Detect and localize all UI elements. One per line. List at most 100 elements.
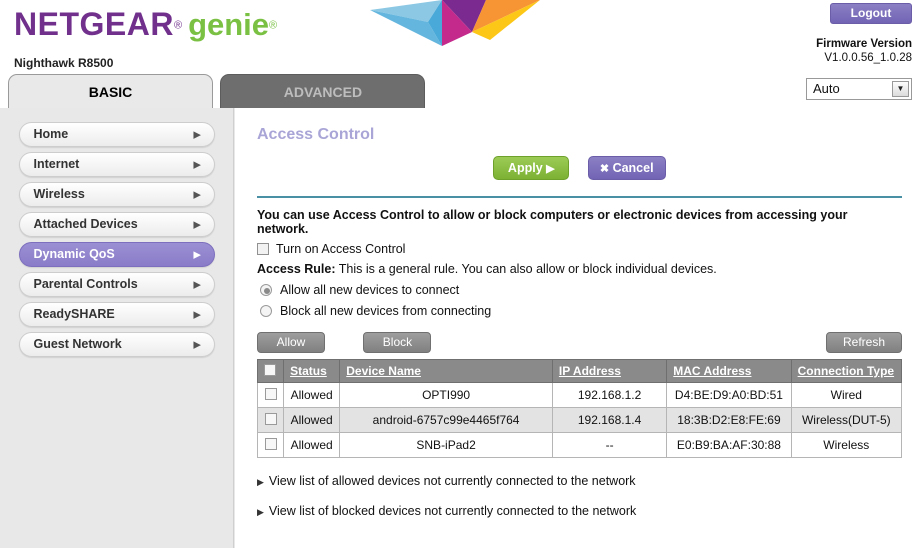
row-ip-address: 192.168.1.4 <box>551 407 668 433</box>
apply-button-label: Apply <box>507 161 543 175</box>
row-checkbox[interactable] <box>264 387 277 400</box>
sidebar-item-label: Guest Network <box>33 337 122 351</box>
main-tabs: BASIC ADVANCED <box>8 74 426 108</box>
view-blocked-devices-label: View list of blocked devices not current… <box>268 504 637 518</box>
sidebar-item-parental-controls[interactable]: Parental Controls ▶ <box>18 272 215 297</box>
tab-advanced[interactable]: ADVANCED <box>220 74 426 108</box>
row-select-cell <box>256 382 285 408</box>
logout-button[interactable]: Logout <box>830 3 912 24</box>
column-header-ip-address-label: IP Address <box>558 364 621 378</box>
sidebar-item-home[interactable]: Home ▶ <box>18 122 215 147</box>
sidebar-item-label: Home <box>33 127 69 141</box>
access-rule-heading: Access Rule: <box>257 262 336 276</box>
view-blocked-devices-link[interactable]: ▶ View list of blocked devices not curren… <box>257 504 902 518</box>
radio-block-new-devices[interactable] <box>260 305 272 317</box>
language-select[interactable]: Auto ▼ <box>806 78 912 100</box>
chevron-right-icon: ▶ <box>193 279 201 289</box>
column-header-device-name-label: Device Name <box>346 364 421 378</box>
sidebar-item-wireless[interactable]: Wireless ▶ <box>18 182 215 207</box>
radio-allow-new-devices-label: Allow all new devices to connect <box>280 283 460 297</box>
chevron-right-icon: ▶ <box>193 219 201 229</box>
cancel-button[interactable]: ✖ Cancel <box>587 156 666 180</box>
column-header-mac-address[interactable]: MAC Address <box>666 359 792 383</box>
refresh-button[interactable]: Refresh <box>826 332 902 353</box>
firmware-version-label: Firmware Version <box>816 38 912 50</box>
brand-netgear-text: NETGEAR <box>14 6 174 42</box>
intro-description: You can use Access Control to allow or b… <box>257 208 848 236</box>
devices-table: Status Device Name IP Address MAC Addres… <box>256 359 903 458</box>
sidebar-item-label: Dynamic QoS <box>33 247 115 261</box>
row-select-cell <box>256 407 285 433</box>
row-device-name: SNB-iPad2 <box>339 432 553 458</box>
chevron-right-icon: ▶ <box>193 339 201 349</box>
main-content: Access Control Apply ▶ ✖ Cancel You can … <box>235 108 924 548</box>
apply-button[interactable]: Apply ▶ <box>493 156 570 180</box>
sidebar-item-label: Parental Controls <box>33 277 138 291</box>
chevron-right-icon: ▶ <box>193 129 201 139</box>
block-button[interactable]: Block <box>363 332 432 353</box>
radio-allow-new-devices[interactable] <box>260 284 272 296</box>
access-rule-text: This is a general rule. You can also all… <box>335 262 717 276</box>
radio-allow-new-devices-row: Allow all new devices to connect <box>257 283 902 297</box>
row-mac-address: E0:B9:BA:AF:30:88 <box>666 432 792 458</box>
sidebar-nav: Home ▶ Internet ▶ Wireless ▶ Attached De… <box>0 108 234 548</box>
radio-block-new-devices-row: Block all new devices from connecting <box>257 304 902 318</box>
row-checkbox[interactable] <box>264 437 277 450</box>
cancel-button-label: Cancel <box>612 161 654 175</box>
column-header-connection-type[interactable]: Connection Type <box>790 359 903 383</box>
row-connection-type: Wired <box>790 382 903 408</box>
table-row: Allowed SNB-iPad2 -- E0:B9:BA:AF:30:88 W… <box>256 432 903 458</box>
page-title: Access Control <box>257 126 375 143</box>
column-header-device-name[interactable]: Device Name <box>339 359 553 383</box>
chevron-right-icon: ▶ <box>193 309 201 319</box>
sidebar-item-label: Wireless <box>33 187 85 201</box>
row-status: Allowed <box>283 407 341 433</box>
access-rule-description: Access Rule: This is a general rule. You… <box>257 262 902 276</box>
column-header-status[interactable]: Status <box>283 359 341 383</box>
row-connection-type: Wireless <box>790 432 903 458</box>
row-checkbox[interactable] <box>264 412 277 425</box>
sidebar-item-guest-network[interactable]: Guest Network ▶ <box>18 332 215 357</box>
firmware-version-value: V1.0.0.56_1.0.28 <box>824 52 912 64</box>
row-device-name: android-6757c99e4465f764 <box>339 407 553 433</box>
radio-block-new-devices-label: Block all new devices from connecting <box>280 304 492 318</box>
sidebar-item-readyshare[interactable]: ReadySHARE ▶ <box>18 302 215 327</box>
chevron-down-icon[interactable]: ▼ <box>892 81 909 97</box>
brand-genie-text: genie <box>188 7 270 42</box>
expand-triangle-icon: ▶ <box>257 477 264 487</box>
row-status: Allowed <box>283 382 341 408</box>
allow-button[interactable]: Allow <box>257 332 325 353</box>
page-body: Home ▶ Internet ▶ Wireless ▶ Attached De… <box>0 108 924 548</box>
chevron-right-icon: ▶ <box>193 249 201 259</box>
row-mac-address: 18:3B:D2:E8:FE:69 <box>666 407 792 433</box>
sidebar-item-dynamic-qos[interactable]: Dynamic QoS ▶ <box>18 242 215 267</box>
select-all-checkbox[interactable] <box>264 363 276 376</box>
expand-triangle-icon: ▶ <box>257 507 264 517</box>
router-model-label: Nighthawk R8500 <box>14 56 114 70</box>
registered-mark-icon: ® <box>173 19 183 32</box>
sidebar-item-label: ReadySHARE <box>33 307 115 321</box>
chevron-right-icon: ▶ <box>193 159 201 169</box>
column-header-mac-address-label: MAC Address <box>673 364 752 378</box>
chevron-right-icon: ▶ <box>193 189 201 199</box>
play-arrow-icon: ▶ <box>546 163 555 175</box>
turn-on-access-control-checkbox[interactable] <box>257 243 269 255</box>
page-header: NETGEAR® genie® Nighthawk R8500 Logout Fi… <box>0 0 924 100</box>
close-x-icon: ✖ <box>599 163 610 175</box>
genie-admin-page: NETGEAR® genie® Nighthawk R8500 Logout Fi… <box>0 0 924 548</box>
row-ip-address: -- <box>551 432 668 458</box>
view-allowed-devices-label: View list of allowed devices not current… <box>268 474 636 488</box>
section-divider <box>257 196 902 198</box>
row-select-cell <box>256 432 285 458</box>
sidebar-item-attached-devices[interactable]: Attached Devices ▶ <box>18 212 215 237</box>
column-header-connection-type-label: Connection Type <box>797 364 895 378</box>
row-status: Allowed <box>283 432 341 458</box>
sidebar-item-label: Internet <box>33 157 80 171</box>
view-allowed-devices-link[interactable]: ▶ View list of allowed devices not curren… <box>257 474 902 488</box>
table-header-row: Status Device Name IP Address MAC Addres… <box>256 359 903 383</box>
row-mac-address: D4:BE:D9:A0:BD:51 <box>666 382 792 408</box>
sidebar-item-internet[interactable]: Internet ▶ <box>18 152 215 177</box>
column-header-ip-address[interactable]: IP Address <box>551 359 668 383</box>
netgear-geometric-logo-icon <box>370 0 540 46</box>
tab-basic[interactable]: BASIC <box>8 74 213 108</box>
